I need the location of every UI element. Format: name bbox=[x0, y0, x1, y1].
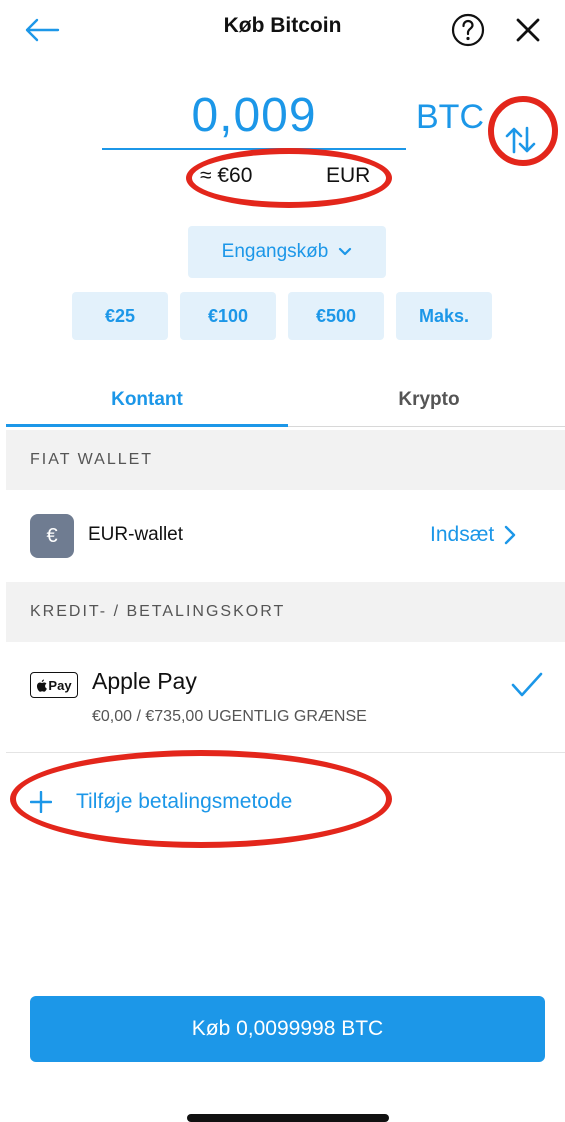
quick-amount-max[interactable]: Maks. bbox=[396, 292, 492, 340]
euro-symbol: € bbox=[46, 524, 58, 547]
fiat-currency-label: EUR bbox=[326, 164, 371, 187]
quick-amount-25[interactable]: €25 bbox=[72, 292, 168, 340]
section-header-fiat-wallet: FIAT WALLET bbox=[6, 430, 565, 490]
apple-pay-logo: Pay bbox=[30, 672, 78, 698]
section-header-cards: KREDIT- / BETALINGSKORT bbox=[6, 582, 565, 642]
swap-arrows-icon bbox=[505, 126, 536, 154]
help-button[interactable] bbox=[448, 10, 488, 50]
close-icon bbox=[516, 18, 540, 42]
apple-pay-logo-text: Pay bbox=[48, 677, 72, 693]
tab-cash[interactable]: Kontant bbox=[6, 374, 288, 426]
section-title-cards: KREDIT- / BETALINGSKORT bbox=[30, 603, 286, 620]
question-circle-icon bbox=[451, 13, 485, 47]
crypto-amount-input[interactable]: 0,009 bbox=[102, 88, 406, 150]
tab-active-indicator bbox=[6, 424, 288, 427]
wallet-name: EUR-wallet bbox=[88, 524, 184, 545]
swap-currency-button[interactable] bbox=[490, 110, 550, 170]
deposit-button[interactable]: Indsæt bbox=[430, 518, 516, 552]
quick-amount-100[interactable]: €100 bbox=[180, 292, 276, 340]
section-title-fiat-wallet: FIAT WALLET bbox=[30, 451, 154, 468]
chevron-down-icon bbox=[339, 247, 352, 256]
deposit-label: Indsæt bbox=[430, 523, 495, 546]
fiat-approx-value: ≈ €60 bbox=[200, 164, 253, 187]
frequency-label: Engangskøb bbox=[221, 241, 329, 262]
frequency-dropdown[interactable]: Engangskøb bbox=[188, 226, 386, 278]
apple-icon bbox=[37, 679, 48, 692]
tab-divider bbox=[288, 426, 565, 427]
quick-amount-500[interactable]: €500 bbox=[288, 292, 384, 340]
payment-method-name: Apple Pay bbox=[92, 668, 197, 694]
close-button[interactable] bbox=[508, 10, 548, 50]
add-payment-method-button[interactable]: Tilføje betalingsmetode bbox=[30, 780, 292, 824]
row-divider bbox=[6, 752, 565, 753]
checkmark-icon bbox=[511, 672, 543, 697]
payment-limit: €0,00 / €735,00 UGENTLIG GRÆNSE bbox=[92, 708, 367, 725]
euro-icon: € bbox=[30, 514, 74, 558]
add-payment-method-label: Tilføje betalingsmetode bbox=[76, 790, 293, 813]
apple-pay-row[interactable] bbox=[6, 642, 565, 752]
chevron-right-icon bbox=[505, 525, 516, 545]
plus-icon bbox=[30, 791, 52, 813]
buy-button[interactable]: Køb 0,0099998 BTC bbox=[30, 996, 545, 1062]
tab-crypto[interactable]: Krypto bbox=[288, 374, 565, 426]
home-indicator bbox=[187, 1114, 389, 1122]
crypto-currency-label: BTC bbox=[416, 98, 484, 136]
